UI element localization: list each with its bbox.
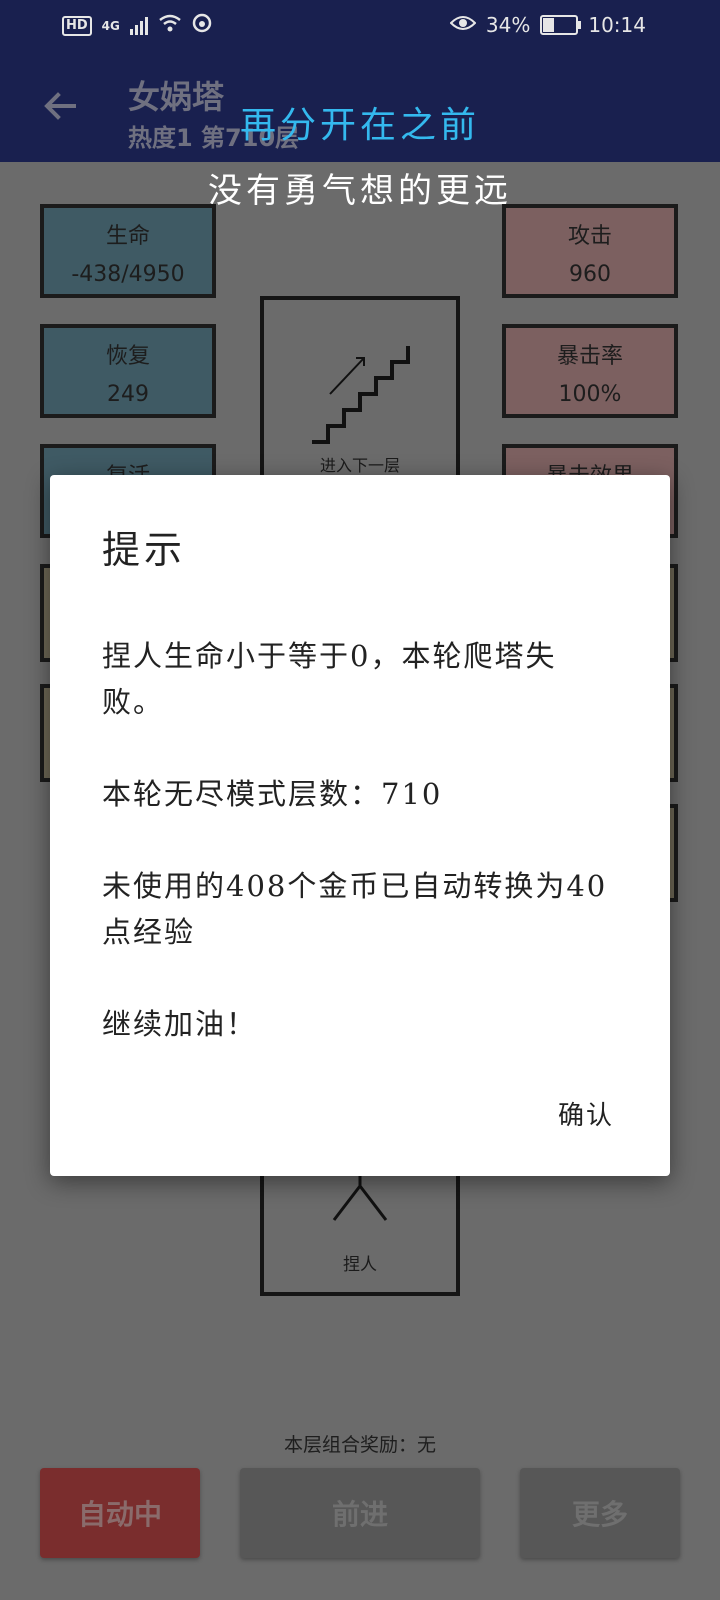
stat-attack: 攻击 960 <box>502 204 678 298</box>
more-button[interactable]: 更多 <box>520 1468 680 1558</box>
status-left: HD 4G <box>62 13 212 38</box>
floor-reward-text: 本层组合奖励：无 <box>283 1434 436 1456</box>
dialog-paragraph: 捏人生命小于等于0，本轮爬塔失败。 <box>102 639 557 719</box>
lyric-line-1: 再分开在之前 <box>239 105 480 146</box>
dialog-paragraph: 未使用的408个金币已自动转换为40点经验 <box>102 869 608 949</box>
auto-button[interactable]: 自动中 <box>40 1468 200 1558</box>
stat-value: 249 <box>107 382 149 407</box>
dialog-paragraph: 继续加油！ <box>102 1007 258 1041</box>
stat-value: 960 <box>569 262 611 287</box>
status-bar: HD 4G 34% 10:14 <box>0 0 720 52</box>
battery-percent: 34% <box>485 13 531 37</box>
stat-label: 生命 <box>105 224 150 249</box>
stat-value: -438/4950 <box>71 262 185 287</box>
stat-regen: 恢复 249 <box>40 324 216 418</box>
dialog-paragraph: 本轮无尽模式层数：710 <box>102 777 443 811</box>
confirm-button[interactable]: 确认 <box>558 1095 614 1132</box>
network-type: 4G <box>101 18 120 33</box>
stat-hp: 生命 -438/4950 <box>40 204 216 298</box>
hd-badge: HD <box>62 15 92 36</box>
stat-crit-rate: 暴击率 100% <box>502 324 678 418</box>
dialog-message: 捏人生命小于等于0，本轮爬塔失败。 本轮无尽模式层数：710 未使用的408个金… <box>102 633 612 1093</box>
next-floor-card[interactable]: 进入下一层 <box>260 296 460 486</box>
stairs-icon <box>312 346 410 444</box>
next-floor-label: 进入下一层 <box>319 456 400 475</box>
stat-label: 恢复 <box>105 344 150 369</box>
battery-icon <box>540 15 582 35</box>
eye-comfort-icon <box>449 14 477 37</box>
clock: 10:14 <box>588 13 646 37</box>
stat-label: 暴击率 <box>556 344 623 369</box>
stat-value: 100% <box>558 382 622 407</box>
wifi-icon <box>158 13 182 38</box>
stat-label: 攻击 <box>567 224 612 249</box>
app-notification-icon <box>192 13 212 38</box>
app-root: HD 4G 34% 10:14 女娲塔 热度1 第710层 再分开在之前 没有勇… <box>0 0 720 1600</box>
signal-icon <box>129 16 148 35</box>
status-right: 34% 10:14 <box>449 13 646 37</box>
dialog-title: 提示 <box>102 528 187 572</box>
alert-dialog: 提示 捏人生命小于等于0，本轮爬塔失败。 本轮无尽模式层数：710 未使用的40… <box>50 475 670 1176</box>
forward-button[interactable]: 前进 <box>240 1468 480 1558</box>
player-label: 捏人 <box>343 1255 377 1275</box>
